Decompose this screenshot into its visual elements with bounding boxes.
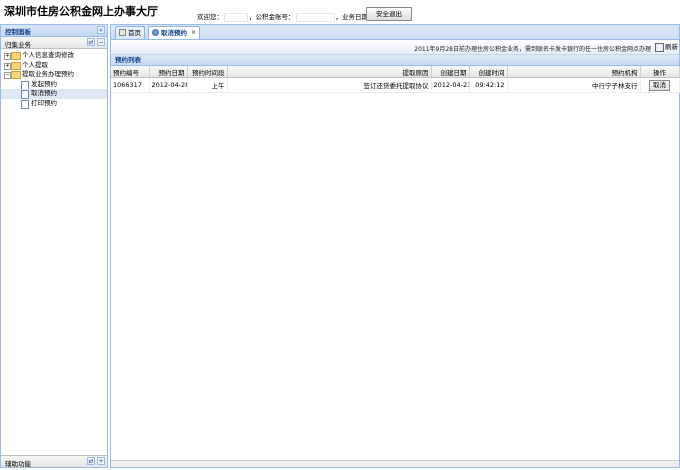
tree-item-label: 打印预约 bbox=[31, 98, 57, 107]
welcome-label: 欢迎您： bbox=[197, 13, 223, 21]
grid-title: 预约列表 bbox=[111, 55, 679, 66]
table-row[interactable]: 1066317 2012-04-28 上午 签订还贷委托提取协议 2012-04… bbox=[111, 77, 680, 93]
username-value bbox=[224, 12, 248, 22]
control-panel: 控制面板 « 归集业务 ⇄ − + 个人信息查询修改 + 个人提取 − 提取业务… bbox=[0, 24, 108, 468]
tree-item-label: 提取业务办理预约 bbox=[22, 70, 74, 78]
notice-text: 2011年9月28日前办理住房公积金业务，需到联名卡发卡银行的任一住房公积金网点… bbox=[414, 46, 651, 53]
tab-label: 首页 bbox=[128, 29, 141, 37]
column-header[interactable]: 预约机构 bbox=[507, 66, 641, 78]
action-cell: 取消 bbox=[640, 77, 680, 93]
horizontal-scrollbar[interactable] bbox=[111, 460, 679, 467]
section-header[interactable]: 归集业务 ⇄ − bbox=[1, 37, 107, 49]
appointment-period: 上午 bbox=[187, 77, 228, 93]
tree-item-personal-info[interactable]: + 个人信息查询修改 bbox=[1, 51, 107, 61]
folder-icon bbox=[11, 61, 21, 70]
tree-item-label: 发起预约 bbox=[31, 79, 57, 88]
refresh-icon bbox=[655, 42, 664, 52]
refresh-aux-icon[interactable]: ⇄ bbox=[87, 457, 95, 465]
withdrawal-reason: 签订还贷委托提取协议 bbox=[227, 77, 432, 93]
refresh-button[interactable]: 刷新 bbox=[655, 41, 678, 52]
account-label: ，公积金账号： bbox=[249, 13, 295, 21]
cancel-appointment-button[interactable]: 取消 bbox=[649, 79, 670, 91]
created-time: 09:42:12 bbox=[469, 77, 508, 93]
collapse-section-icon[interactable]: − bbox=[97, 38, 105, 46]
tree-item-cancel-appointment[interactable]: 取消预约 bbox=[1, 89, 107, 99]
column-header[interactable]: 创建时间 bbox=[469, 66, 508, 78]
table-header-row: 预约编号 预约日期 预约时间段 提取原因 创建日期 创建时间 预约机构 操作 bbox=[111, 66, 680, 78]
column-header[interactable]: 预约编号 bbox=[111, 66, 150, 78]
tree-item-appointment[interactable]: − 提取业务办理预约 bbox=[1, 70, 107, 80]
expand-icon[interactable]: + bbox=[4, 53, 11, 60]
tab-label: 取消预约 bbox=[161, 29, 187, 37]
tree-item-create-appointment[interactable]: 发起预约 bbox=[1, 80, 107, 90]
tree-item-label: 取消预约 bbox=[31, 89, 57, 97]
tab-cancel-appointment[interactable]: 取消预约 × bbox=[148, 26, 200, 39]
expand-aux-icon[interactable]: + bbox=[97, 457, 105, 465]
aux-functions-title: 辅助功能 bbox=[5, 460, 31, 468]
control-panel-header: 控制面板 « bbox=[1, 25, 107, 37]
aux-functions-header[interactable]: 辅助功能 ⇄ + bbox=[1, 455, 107, 468]
tree-item-personal-withdrawal[interactable]: + 个人提取 bbox=[1, 61, 107, 71]
nav-tree: + 个人信息查询修改 + 个人提取 − 提取业务办理预约 发起预约 取消预约 打… bbox=[1, 51, 107, 109]
created-date: 2012-04-23 bbox=[431, 77, 470, 93]
tab-home[interactable]: 首页 bbox=[115, 26, 145, 39]
column-header[interactable]: 提取原因 bbox=[227, 66, 432, 78]
tree-item-print-appointment[interactable]: 打印预约 bbox=[1, 99, 107, 109]
main-content: 首页 取消预约 × 2011年9月28日前办理住房公积金业务，需到联名卡发卡银行… bbox=[110, 24, 680, 468]
account-value bbox=[295, 12, 335, 22]
expand-icon[interactable]: + bbox=[4, 62, 11, 70]
app-header: 深圳市住房公积金网上办事大厅 欢迎您：，公积金账号：，业务日期：2012-04-… bbox=[0, 0, 680, 24]
close-icon[interactable]: × bbox=[191, 27, 196, 39]
logout-button[interactable]: 安全退出 bbox=[366, 7, 412, 21]
home-icon bbox=[119, 29, 126, 36]
app-title: 深圳市住房公积金网上办事大厅 bbox=[4, 5, 158, 18]
folder-open-icon bbox=[11, 71, 21, 79]
column-header[interactable]: 创建日期 bbox=[431, 66, 470, 78]
tree-item-label: 个人信息查询修改 bbox=[22, 51, 74, 59]
user-icon bbox=[152, 29, 159, 36]
control-panel-title: 控制面板 bbox=[5, 28, 31, 36]
appointment-org: 中行宁子林支行 bbox=[507, 77, 641, 93]
collapse-icon[interactable]: « bbox=[97, 26, 105, 34]
folder-icon bbox=[11, 52, 21, 60]
appointment-date: 2012-04-28 bbox=[149, 77, 188, 93]
section-title: 归集业务 bbox=[5, 41, 31, 49]
tree-item-label: 个人提取 bbox=[22, 60, 48, 69]
collapse-node-icon[interactable]: − bbox=[4, 72, 11, 79]
column-header[interactable]: 操作 bbox=[640, 66, 680, 78]
column-header[interactable]: 预约日期 bbox=[149, 66, 188, 78]
tab-strip: 首页 取消预约 × bbox=[111, 25, 679, 40]
document-icon bbox=[21, 99, 29, 109]
refresh-label: 刷新 bbox=[665, 43, 678, 51]
column-header[interactable]: 预约时间段 bbox=[187, 66, 228, 78]
appointment-id: 1066317 bbox=[111, 77, 150, 93]
appointment-table: 预约编号 预约日期 预约时间段 提取原因 创建日期 创建时间 预约机构 操作 1… bbox=[111, 66, 680, 93]
notice-bar: 2011年9月28日前办理住房公积金业务，需到联名卡发卡银行的任一住房公积金网点… bbox=[111, 40, 679, 55]
refresh-tree-icon[interactable]: ⇄ bbox=[87, 38, 95, 46]
